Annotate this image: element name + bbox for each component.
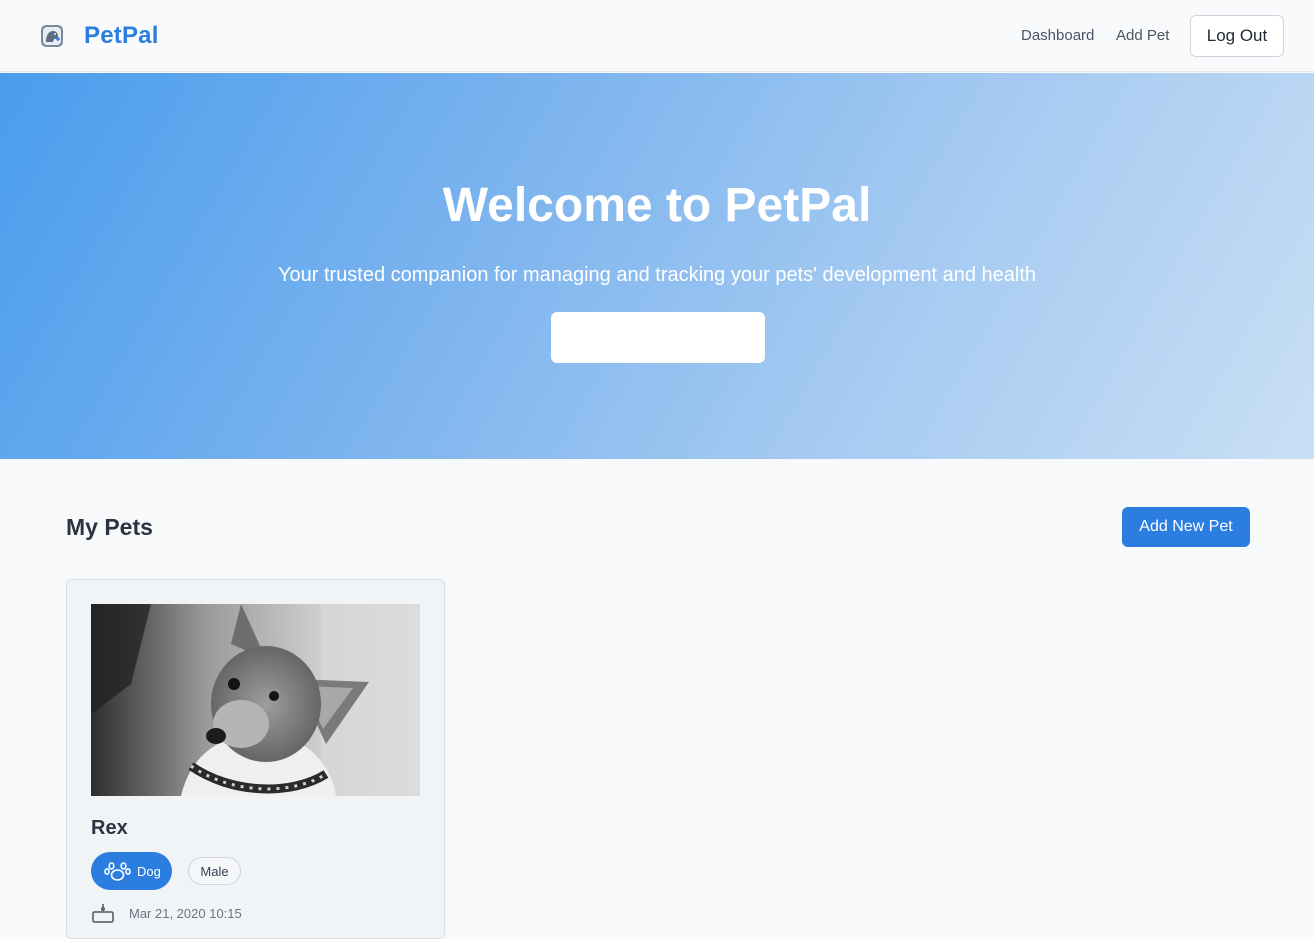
gender-badge: Male	[188, 857, 241, 885]
paw-icon	[104, 862, 131, 881]
pet-card[interactable]: Rex Dog Male Mar 21, 2020 10:15	[66, 579, 445, 939]
pet-photo	[91, 604, 420, 796]
cake-icon	[92, 904, 114, 923]
hero-subtitle: Your trusted companion for managing and …	[277, 264, 1036, 286]
nav-add-pet-link[interactable]: Add Pet	[1116, 26, 1169, 46]
brand-name[interactable]: PetPal	[84, 20, 159, 52]
pet-care-logo-icon[interactable]	[40, 24, 64, 48]
hero-cta-button[interactable]	[551, 312, 765, 363]
nav-dashboard-link[interactable]: Dashboard	[1021, 26, 1094, 46]
my-pets-heading: My Pets	[66, 514, 153, 540]
species-label: Dog	[137, 863, 161, 879]
log-out-button[interactable]: Log Out	[1190, 15, 1284, 57]
hero-banner: Welcome to PetPal Your trusted companion…	[0, 73, 1314, 459]
add-new-pet-button[interactable]: Add New Pet	[1122, 507, 1250, 547]
birth-date: Mar 21, 2020 10:15	[129, 905, 242, 921]
top-navigation-bar: PetPal Dashboard Add Pet Log Out	[0, 0, 1314, 72]
birth-date-row: Mar 21, 2020 10:15	[91, 903, 242, 923]
species-badge: Dog	[91, 852, 172, 890]
hero-title: Welcome to PetPal	[442, 179, 872, 232]
pet-name[interactable]: Rex	[91, 815, 128, 841]
